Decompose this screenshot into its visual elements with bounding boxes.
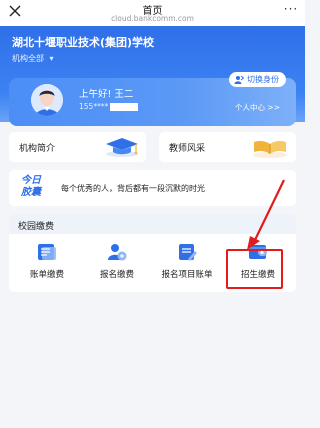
user-card: 上午好! 王二 155**** 切换身份 个人中心 >> (9, 72, 296, 126)
phone-redaction (110, 103, 139, 111)
daily-capsule-logo-line2: 胶囊 (21, 187, 41, 198)
project-bill-label: 报名项目账单 (161, 270, 213, 280)
switch-user-icon (234, 75, 244, 84)
switch-identity-label: 切换身份 (247, 75, 279, 84)
user-avatar-icon (31, 84, 63, 116)
school-name: 湖北十堰职业技术(集团)学校 (12, 36, 155, 49)
phone-number: 155**** (79, 102, 139, 111)
graduation-cap-icon (106, 138, 138, 157)
project-bill-button[interactable]: 报名项目账单 (155, 242, 219, 290)
project-bill-icon (179, 244, 197, 261)
org-intro-card[interactable]: 机构简介 (9, 132, 146, 162)
teacher-showcase-card[interactable]: 教师风采 (159, 132, 296, 162)
greeting-text: 上午好! 王二 (79, 89, 134, 100)
book-icon (253, 140, 287, 158)
avatar (31, 84, 63, 116)
bill-payment-label: 账单缴费 (29, 270, 64, 280)
annotation-arrow-icon (247, 179, 285, 250)
registration-payment-button[interactable]: 报名缴费 (85, 242, 149, 290)
org-selector-label: 机构全部 (12, 54, 44, 63)
annotation-highlight-box (226, 249, 283, 289)
bill-payment-button[interactable]: 账单缴费 (15, 242, 79, 290)
daily-quote-text: 每个优秀的人，背后都有一段沉默的时光 (61, 184, 205, 193)
teacher-showcase-label: 教师风采 (169, 144, 206, 154)
user-center-link[interactable]: 个人中心 >> (235, 102, 280, 113)
top-nav-bar: 首页 cloud.bankcomm.com ··· (0, 0, 305, 26)
bill-icon (38, 244, 56, 260)
daily-capsule-logo-line1: 今日 (21, 175, 41, 186)
org-selector[interactable]: 机构全部 ▾ (12, 53, 54, 64)
daily-capsule-logo: 今日 胶囊 (21, 175, 49, 199)
campus-payment-title: 校园缴费 (18, 222, 55, 232)
registration-payment-label: 报名缴费 (99, 270, 134, 280)
more-dots-icon[interactable]: ··· (283, 3, 299, 18)
chevron-down-icon: ▾ (49, 54, 54, 63)
switch-identity-button[interactable]: 切换身份 (229, 72, 286, 87)
org-intro-label: 机构简介 (19, 144, 56, 154)
page-url: cloud.bankcomm.com (111, 14, 194, 23)
register-icon (108, 244, 127, 261)
phone-number-text: 155**** (79, 102, 109, 111)
